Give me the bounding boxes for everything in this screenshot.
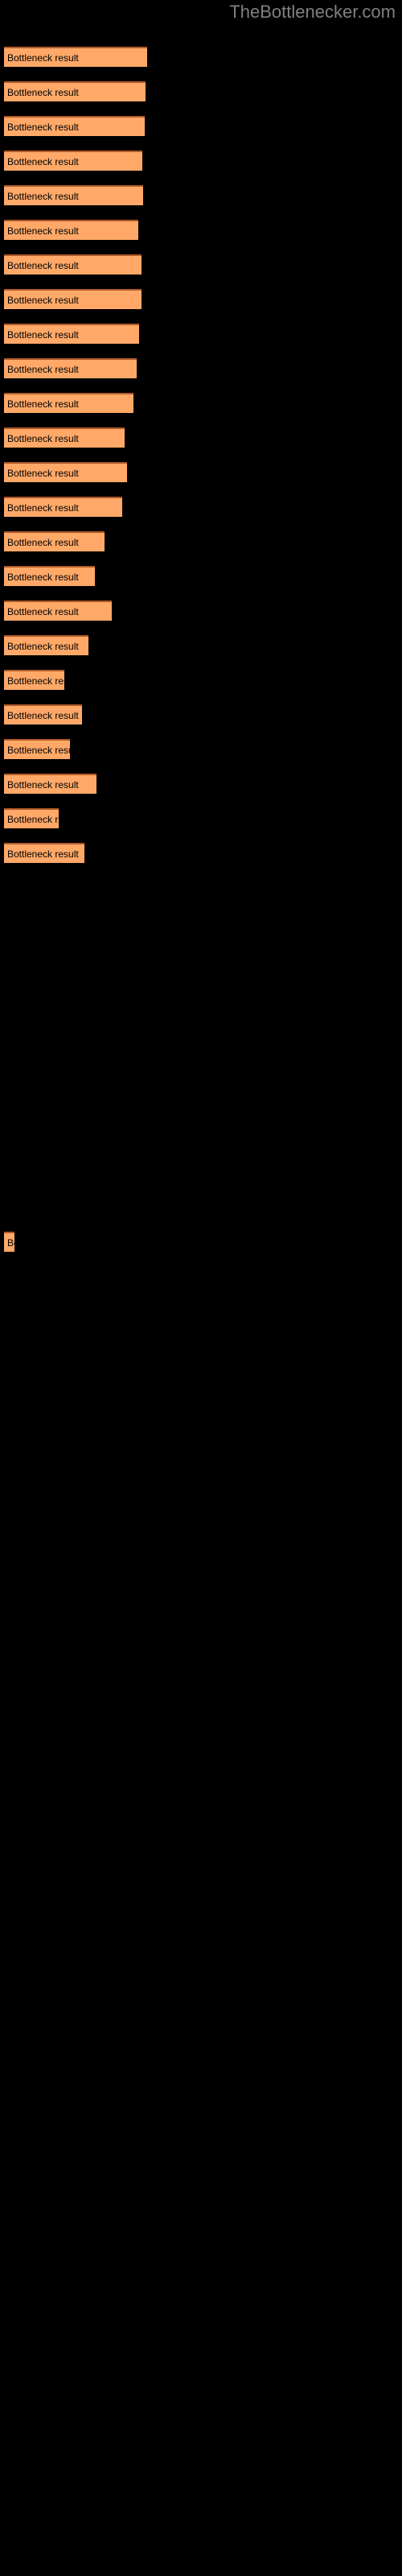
bar-item[interactable]: Bottleneck result	[4, 774, 96, 794]
bar-label: Bottleneck result	[7, 605, 79, 617]
bar-item[interactable]: Bottleneck result	[4, 497, 122, 517]
bar-label: Bottleneck result	[7, 778, 79, 791]
bar-label: Bottleneck result	[7, 363, 79, 375]
bar-label: Bottleneck result	[7, 86, 79, 98]
bar-item[interactable]: Bottleneck result	[4, 220, 138, 240]
bar-item[interactable]: Bottleneck result	[4, 601, 112, 621]
bar-item[interactable]: Bottleneck result	[4, 358, 137, 378]
bar-label: Bottleneck result	[7, 848, 79, 860]
bar-item[interactable]: Bottleneck result	[4, 116, 145, 136]
bar-item[interactable]: Bottleneck result	[4, 670, 64, 690]
bar-item[interactable]: Bottleneck result	[4, 566, 95, 586]
bar-item[interactable]: Bottleneck result	[4, 704, 82, 724]
bar-series: Bottleneck result Bottleneck result Bottle…	[0, 0, 402, 2576]
bar-item[interactable]: Bottleneck result	[4, 393, 133, 413]
bar-label: Bottleneck result	[7, 294, 79, 306]
bar-label: Bottleneck result	[7, 121, 79, 133]
bottleneck-chart: TheBottlenecker.com Bottleneck result Bot…	[0, 0, 402, 2576]
bar-label: Bottleneck result	[7, 640, 79, 652]
bar-item[interactable]: Bottleneck result	[4, 1232, 14, 1252]
bar-item[interactable]: Bottleneck result	[4, 843, 84, 863]
bar-item[interactable]: Bottleneck result	[4, 151, 142, 171]
bar-label: Bottleneck result	[7, 536, 79, 548]
bar-item[interactable]: Bottleneck result	[4, 254, 142, 275]
bar-label: Bottleneck result	[7, 155, 79, 167]
bar-label: Bottleneck result	[7, 1236, 14, 1249]
bar-label: Bottleneck result	[7, 467, 79, 479]
bar-label: Bottleneck result	[7, 190, 79, 202]
bar-label: Bottleneck result	[7, 259, 79, 271]
bar-item[interactable]: Bottleneck result	[4, 462, 127, 482]
bar-item[interactable]: Bottleneck result	[4, 808, 59, 828]
bar-item[interactable]: Bottleneck result	[4, 427, 125, 448]
bar-label: Bottleneck result	[7, 709, 79, 721]
bar-label: Bottleneck result	[7, 571, 79, 583]
bar-item[interactable]: Bottleneck result	[4, 739, 70, 759]
bar-label: Bottleneck result	[7, 744, 70, 756]
bar-item[interactable]: Bottleneck result	[4, 289, 142, 309]
bar-label: Bottleneck result	[7, 225, 79, 237]
bar-item[interactable]: Bottleneck result	[4, 531, 105, 551]
bar-label: Bottleneck result	[7, 52, 79, 64]
bar-label: Bottleneck result	[7, 432, 79, 444]
bar-item[interactable]: Bottleneck result	[4, 47, 147, 67]
bar-label: Bottleneck result	[7, 328, 79, 341]
bar-item[interactable]: Bottleneck result	[4, 185, 143, 205]
bar-label: Bottleneck result	[7, 502, 79, 514]
bar-item[interactable]: Bottleneck result	[4, 635, 88, 655]
bar-item[interactable]: Bottleneck result	[4, 81, 146, 101]
bar-label: Bottleneck result	[7, 398, 79, 410]
bar-item[interactable]: Bottleneck result	[4, 324, 139, 344]
bar-label: Bottleneck result	[7, 675, 64, 687]
bar-label: Bottleneck result	[7, 813, 59, 825]
